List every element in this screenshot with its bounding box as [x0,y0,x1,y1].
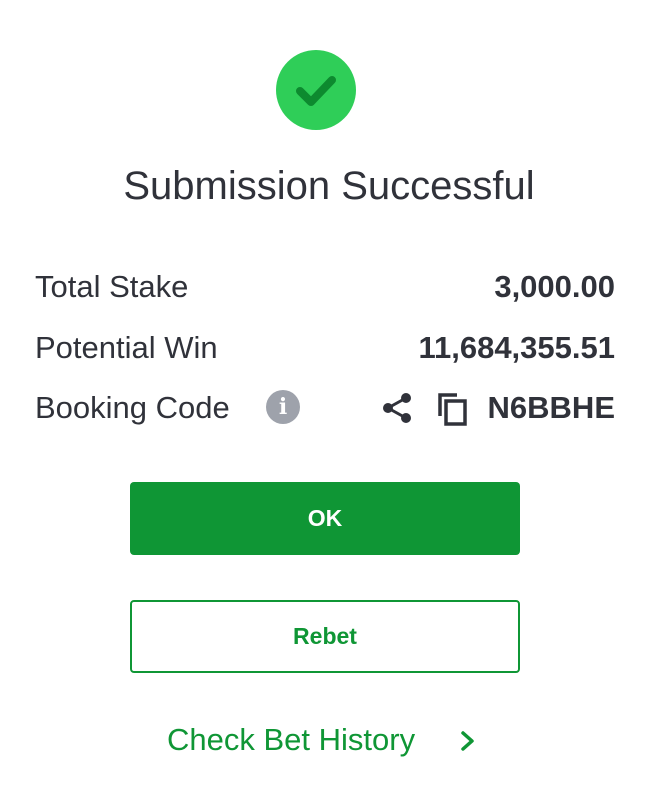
check-circle-icon [276,50,356,130]
copy-icon[interactable] [435,391,471,427]
chevron-right-icon [461,731,474,751]
check-bet-history-label: Check Bet History [167,722,416,757]
total-stake-label: Total Stake [35,269,189,304]
ok-button[interactable]: OK [130,482,520,555]
total-stake-value: 3,000.00 [494,269,615,304]
rebet-button[interactable]: Rebet [130,600,520,673]
booking-code-row: Booking Code i N6BBHE [35,388,615,428]
total-stake-row: Total Stake 3,000.00 [35,267,615,307]
potential-win-row: Potential Win 11,684,355.51 [35,328,615,368]
booking-code-value[interactable]: N6BBHE [488,388,615,428]
potential-win-value: 11,684,355.51 [418,330,615,365]
page-title: Submission Successful [123,164,535,208]
check-bet-history-link[interactable]: Check Bet History [167,718,497,762]
share-icon[interactable] [380,391,414,425]
potential-win-label: Potential Win [35,330,218,365]
info-icon[interactable]: i [266,390,300,424]
check-mark-icon [296,76,336,106]
booking-code-label: Booking Code [35,390,230,425]
